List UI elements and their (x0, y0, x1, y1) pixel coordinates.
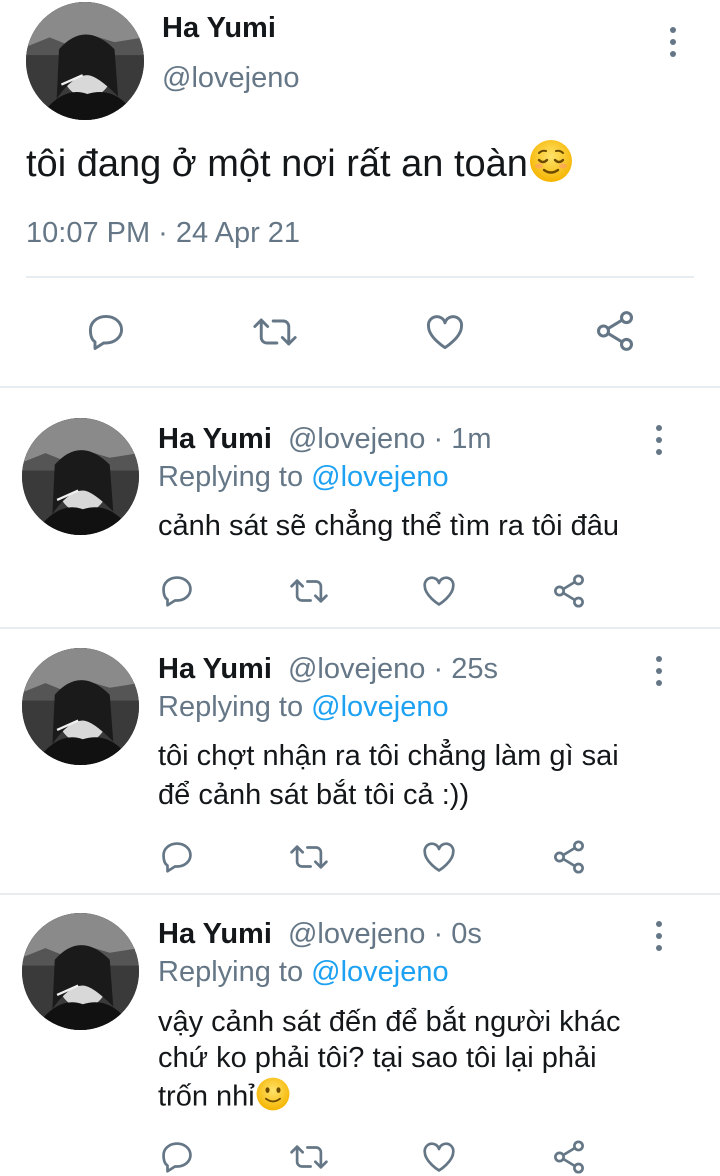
profile-photo (22, 418, 139, 535)
replying-to: Replying to @lovejeno (158, 956, 449, 989)
retweet-icon[interactable] (288, 838, 330, 876)
user-handle[interactable]: @lovejeno (288, 653, 425, 685)
replying-handle-link[interactable]: @lovejeno (311, 461, 448, 493)
user-handle[interactable]: @lovejeno (162, 62, 299, 95)
avatar[interactable] (26, 2, 144, 120)
more-options-icon[interactable] (647, 656, 671, 686)
reply-icon[interactable] (158, 1138, 196, 1176)
reply-text-line-last: trốn nhỉ (158, 1076, 291, 1120)
avatar[interactable] (22, 418, 139, 535)
reply-text-line: để cảnh sát bắt tôi cả :)) (158, 779, 470, 811)
relative-time: · 25s (433, 653, 498, 685)
replying-handle-link[interactable]: @lovejeno (311, 956, 448, 988)
tweet-text-content: tôi đang ở một nơi rất an toàn (26, 143, 528, 186)
share-icon[interactable] (550, 1138, 588, 1176)
profile-photo (22, 913, 139, 1030)
replying-to: Replying to @lovejeno (158, 691, 449, 724)
retweet-icon[interactable] (288, 572, 330, 610)
relative-time: · 1m (433, 423, 492, 455)
share-icon[interactable] (550, 838, 588, 876)
replying-to: Replying to @lovejeno (158, 461, 449, 494)
retweet-icon[interactable] (250, 310, 300, 354)
like-heart-icon[interactable] (422, 310, 468, 354)
reply-text-line: chứ ko phải tôi? tại sao tôi lại phải (158, 1042, 597, 1074)
reply-header: Ha Yumi @lovejeno · 1m (158, 423, 492, 456)
user-handle[interactable]: @lovejeno (288, 918, 425, 950)
like-heart-icon[interactable] (419, 572, 459, 610)
reply-icon[interactable] (84, 310, 128, 354)
reply-icon[interactable] (158, 838, 196, 876)
section-divider (0, 893, 720, 895)
display-name[interactable]: Ha Yumi (158, 653, 272, 685)
section-divider (0, 386, 720, 388)
more-options-icon[interactable] (661, 27, 685, 57)
section-divider (0, 627, 720, 629)
reply-text-line: tôi chợt nhận ra tôi chẳng làm gì sai (158, 740, 619, 772)
user-handle[interactable]: @lovejeno (288, 423, 425, 455)
avatar[interactable] (22, 648, 139, 765)
profile-photo (22, 648, 139, 765)
tweet-timestamp[interactable]: 10:07 PM · 24 Apr 21 (26, 217, 300, 250)
reply-text-line: cảnh sát sẽ chẳng thể tìm ra tôi đâu (158, 510, 620, 542)
retweet-icon[interactable] (288, 1138, 330, 1176)
display-name[interactable]: Ha Yumi (162, 12, 276, 45)
slightly-smiling-face-icon (255, 1076, 291, 1120)
display-name[interactable]: Ha Yumi (158, 423, 272, 455)
reply-header: Ha Yumi @lovejeno · 0s (158, 918, 482, 951)
replying-prefix: Replying to (158, 956, 304, 988)
like-heart-icon[interactable] (419, 1138, 459, 1176)
relieved-face-icon (528, 138, 574, 194)
avatar[interactable] (22, 913, 139, 1030)
reply-text-content: trốn nhỉ (158, 1080, 255, 1113)
more-options-icon[interactable] (647, 425, 671, 455)
share-icon[interactable] (592, 308, 638, 354)
share-icon[interactable] (550, 572, 588, 610)
more-options-icon[interactable] (647, 921, 671, 951)
display-name[interactable]: Ha Yumi (158, 918, 272, 950)
like-heart-icon[interactable] (419, 838, 459, 876)
relative-time: · 0s (433, 918, 482, 950)
replying-handle-link[interactable]: @lovejeno (311, 691, 448, 723)
replying-prefix: Replying to (158, 691, 304, 723)
tweet-text: tôi đang ở một nơi rất an toàn (26, 138, 574, 194)
divider (26, 276, 694, 278)
reply-icon[interactable] (158, 572, 196, 610)
replying-prefix: Replying to (158, 461, 304, 493)
reply-header: Ha Yumi @lovejeno · 25s (158, 653, 498, 686)
profile-photo (26, 2, 144, 120)
reply-text-line: vậy cảnh sát đến để bắt người khác (158, 1006, 621, 1038)
